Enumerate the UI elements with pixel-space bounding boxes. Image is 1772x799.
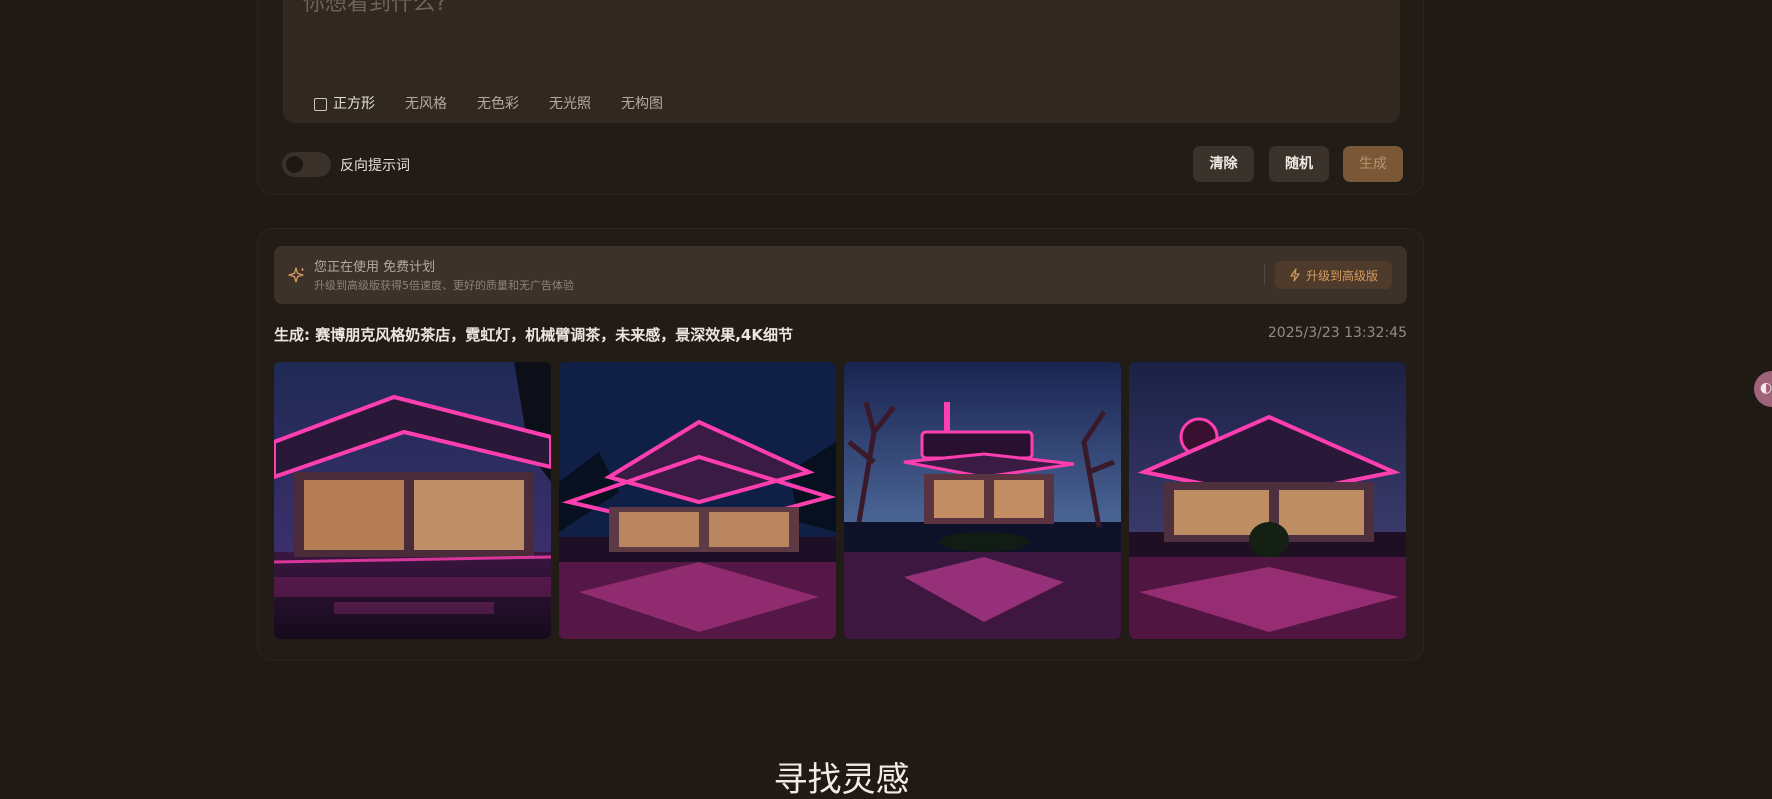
divider <box>1264 265 1265 285</box>
sparkle-icon <box>288 267 305 283</box>
plan-banner: 您正在使用 免费计划 升级到高级版获得5倍速度、更好的质量和无广告体验 升级到高… <box>274 246 1407 304</box>
plan-subtitle: 升级到高级版获得5倍速度、更好的质量和无广告体验 <box>314 279 574 292</box>
chip-no-composition[interactable]: 无构图 <box>606 91 678 117</box>
generation-title: 生成: 赛博朋克风格奶茶店，霓虹灯，机械臂调茶，未来感，景深效果,4K细节 <box>274 326 793 344</box>
inspiration-heading: 寻找灵感 <box>773 760 910 799</box>
neon-cafe-image <box>844 362 1121 639</box>
upgrade-button[interactable]: 升级到高级版 <box>1275 261 1392 289</box>
prompt-card: 你想看到什么? 正方形 无风格 无色彩 无光照 无构图 反向提示词 清除 随机 … <box>257 0 1424 195</box>
prompt-controls: 反向提示词 清除 随机 生成 <box>282 146 1403 182</box>
upgrade-label: 升级到高级版 <box>1305 268 1378 283</box>
result-card: 您正在使用 免费计划 升级到高级版获得5倍速度、更好的质量和无广告体验 升级到高… <box>257 228 1424 661</box>
chip-no-color[interactable]: 无色彩 <box>462 91 534 117</box>
assistant-icon: ◐ <box>1760 380 1772 396</box>
neon-cafe-image <box>274 362 551 639</box>
generated-image[interactable] <box>844 362 1121 639</box>
generated-image[interactable] <box>274 362 551 639</box>
prompt-placeholder: 你想看到什么? <box>303 0 447 16</box>
floating-assistant-button[interactable]: ◐ <box>1754 371 1772 407</box>
random-button[interactable]: 随机 <box>1269 146 1329 182</box>
negative-prompt-toggle[interactable] <box>282 152 331 177</box>
generation-timestamp: 2025/3/23 13:32:45 <box>1267 325 1407 341</box>
neon-cafe-image <box>1129 362 1406 639</box>
plan-title: 您正在使用 免费计划 <box>314 260 436 275</box>
chip-square[interactable]: 正方形 <box>283 91 390 117</box>
chip-no-lighting[interactable]: 无光照 <box>534 91 606 117</box>
neon-cafe-image <box>559 362 836 639</box>
chip-label: 正方形 <box>333 96 375 112</box>
prompt-textarea[interactable]: 你想看到什么? 正方形 无风格 无色彩 无光照 无构图 <box>283 0 1400 123</box>
generated-image[interactable] <box>559 362 836 639</box>
toggle-knob <box>286 156 303 173</box>
prompt-chips: 正方形 无风格 无色彩 无光照 无构图 <box>283 91 678 117</box>
negative-prompt-label: 反向提示词 <box>340 158 410 174</box>
checkbox-icon <box>314 97 327 111</box>
bolt-icon <box>1290 268 1300 282</box>
image-grid <box>274 362 1406 639</box>
generated-image[interactable] <box>1129 362 1406 639</box>
chip-no-style[interactable]: 无风格 <box>390 91 462 117</box>
generate-button[interactable]: 生成 <box>1343 146 1403 182</box>
clear-button[interactable]: 清除 <box>1193 146 1254 182</box>
